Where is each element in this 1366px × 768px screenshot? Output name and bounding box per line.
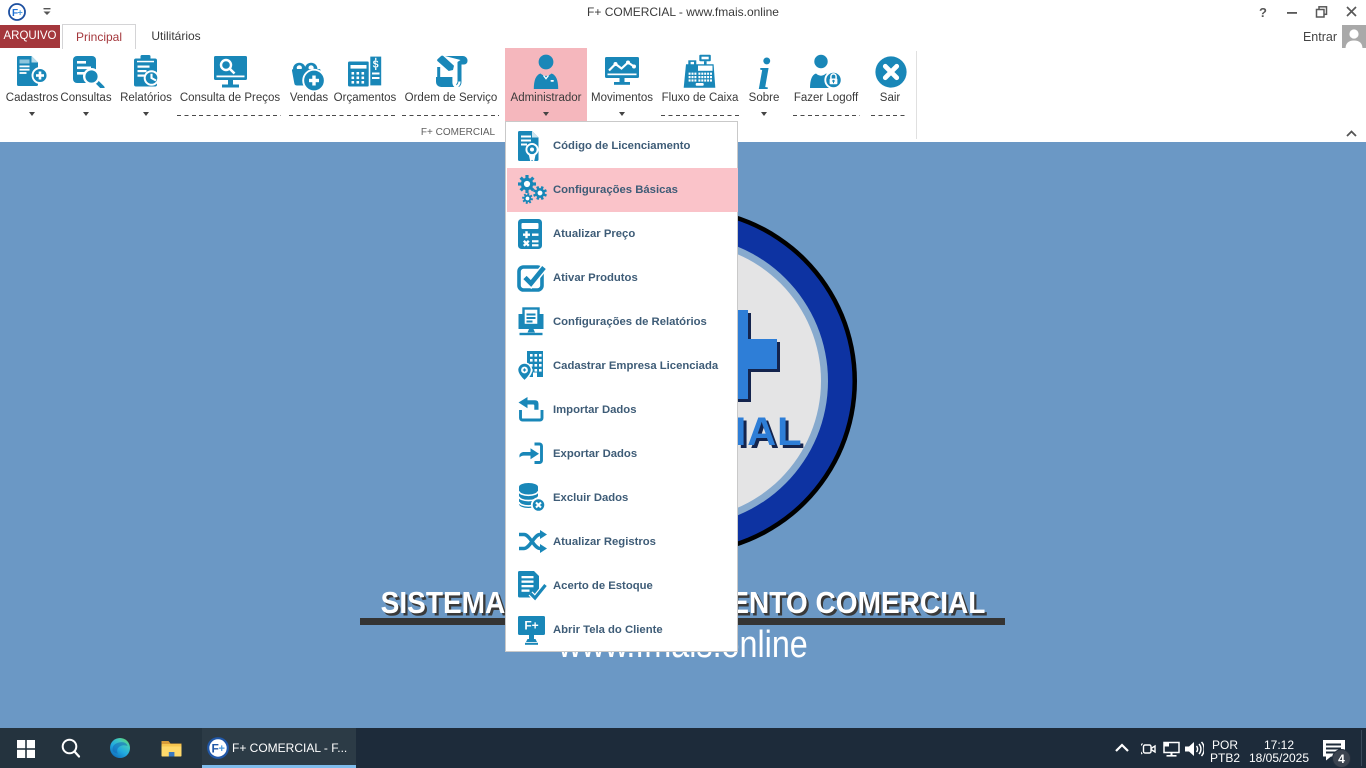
svg-text:?: ? bbox=[1259, 5, 1267, 20]
svg-text:F+: F+ bbox=[524, 619, 538, 633]
svg-text:i: i bbox=[758, 51, 771, 91]
svg-text:+: + bbox=[219, 743, 225, 755]
svg-text:+: + bbox=[18, 8, 23, 18]
